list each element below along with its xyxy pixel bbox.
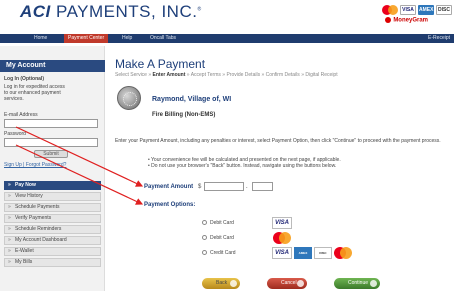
moneygram-text: MoneyGram xyxy=(393,17,428,24)
village-seal-icon xyxy=(117,86,141,110)
moneygram-logo: MoneyGram xyxy=(385,17,428,24)
logo-trademark: ® xyxy=(197,6,202,13)
breadcrumb: Select Service » Enter Amount » Accept T… xyxy=(115,72,338,78)
mastercard-icon xyxy=(382,5,398,15)
logo-mark: ACI xyxy=(20,2,51,21)
back-button[interactable]: Back xyxy=(202,278,240,289)
mastercard-icon xyxy=(334,247,352,259)
debit-card-label-2[interactable]: Debit Card xyxy=(210,235,234,241)
amex-icon: AMEX xyxy=(418,5,434,15)
discover-icon: DISC xyxy=(314,247,332,259)
email-field[interactable] xyxy=(4,119,98,128)
sidebar: My Account Log In (Optional) Log in for … xyxy=(0,46,105,291)
aci-logo[interactable]: ACI PAYMENTS, INC.® xyxy=(20,2,202,22)
credit-card-radio[interactable] xyxy=(202,250,207,255)
amount-dollars-input[interactable] xyxy=(204,182,244,191)
login-title: Log In (Optional) xyxy=(4,76,44,82)
page-title: Make A Payment xyxy=(115,57,206,71)
payment-options-label: Payment Options: xyxy=(144,202,196,208)
cancel-button[interactable]: Cancel xyxy=(267,278,307,289)
sidebar-item-pay-now[interactable]: Pay Now xyxy=(4,181,101,190)
email-label: E-mail Address xyxy=(4,112,38,118)
password-label: Password xyxy=(4,131,26,137)
login-text-3: services. xyxy=(4,96,24,102)
discover-icon: DISC xyxy=(436,5,452,15)
sidebar-item-account-dashboard[interactable]: My Account Dashboard xyxy=(4,236,101,245)
password-field[interactable] xyxy=(4,138,98,147)
service-name: Fire Billing (Non-EMS) xyxy=(152,112,216,118)
header: ACI PAYMENTS, INC.® VISA AMEX DISC Money… xyxy=(0,0,454,34)
submit-button[interactable]: Submit xyxy=(34,150,68,158)
account-links[interactable]: Sign Up | Forgot Password? xyxy=(4,162,66,168)
breadcrumb-current: Enter Amount xyxy=(152,72,186,78)
payment-amount-label: Payment Amount xyxy=(144,184,194,190)
decimal-point: . xyxy=(246,184,248,190)
debit-card-radio-1[interactable] xyxy=(202,220,207,225)
sidebar-item-view-history[interactable]: View History xyxy=(4,192,101,201)
debit-card-radio-2[interactable] xyxy=(202,235,207,240)
visa-icon: VISA xyxy=(272,247,292,259)
accepted-cards: VISA AMEX DISC xyxy=(382,5,452,15)
nav-home[interactable]: Home xyxy=(34,34,47,43)
visa-icon: VISA xyxy=(272,217,292,229)
continue-button[interactable]: Continue xyxy=(334,278,380,289)
sidebar-title: My Account xyxy=(0,60,105,72)
amex-icon: AMEX xyxy=(294,247,312,259)
sidebar-item-verify-payments[interactable]: Verify Payments xyxy=(4,214,101,223)
back-warning: • Do not use your browser's "Back" butto… xyxy=(148,163,337,169)
nav-bar: Home Payment Center Help Oncall Tabs E-R… xyxy=(0,34,454,43)
visa-icon: VISA xyxy=(400,5,416,15)
instructions: Enter your Payment Amount, including any… xyxy=(115,138,441,144)
moneygram-icon xyxy=(385,17,392,23)
nav-help[interactable]: Help xyxy=(122,34,132,43)
nav-oncall-tabs[interactable]: Oncall Tabs xyxy=(150,34,176,43)
org-name: Raymond, Village of, WI xyxy=(152,96,232,103)
mastercard-icon xyxy=(273,232,291,244)
credit-card-label[interactable]: Credit Card xyxy=(210,250,236,256)
sidebar-item-my-bills[interactable]: My Bills xyxy=(4,258,101,267)
amount-cents-input[interactable] xyxy=(252,182,273,191)
debit-card-label-1[interactable]: Debit Card xyxy=(210,220,234,226)
breadcrumb-rest: » Accept Terms » Provide Details » Confi… xyxy=(186,72,338,78)
sidebar-item-schedule-payments[interactable]: Schedule Payments xyxy=(4,203,101,212)
breadcrumb-prefix[interactable]: Select Service » xyxy=(115,72,151,78)
logo-text: PAYMENTS, INC. xyxy=(56,2,198,21)
dollar-sign: $ xyxy=(198,184,202,190)
nav-e-receipt[interactable]: E-Receipt xyxy=(428,34,450,43)
nav-payment-center[interactable]: Payment Center xyxy=(64,34,109,43)
sidebar-item-schedule-reminders[interactable]: Schedule Reminders xyxy=(4,225,101,234)
sidebar-item-e-wallet[interactable]: E-Wallet xyxy=(4,247,101,256)
